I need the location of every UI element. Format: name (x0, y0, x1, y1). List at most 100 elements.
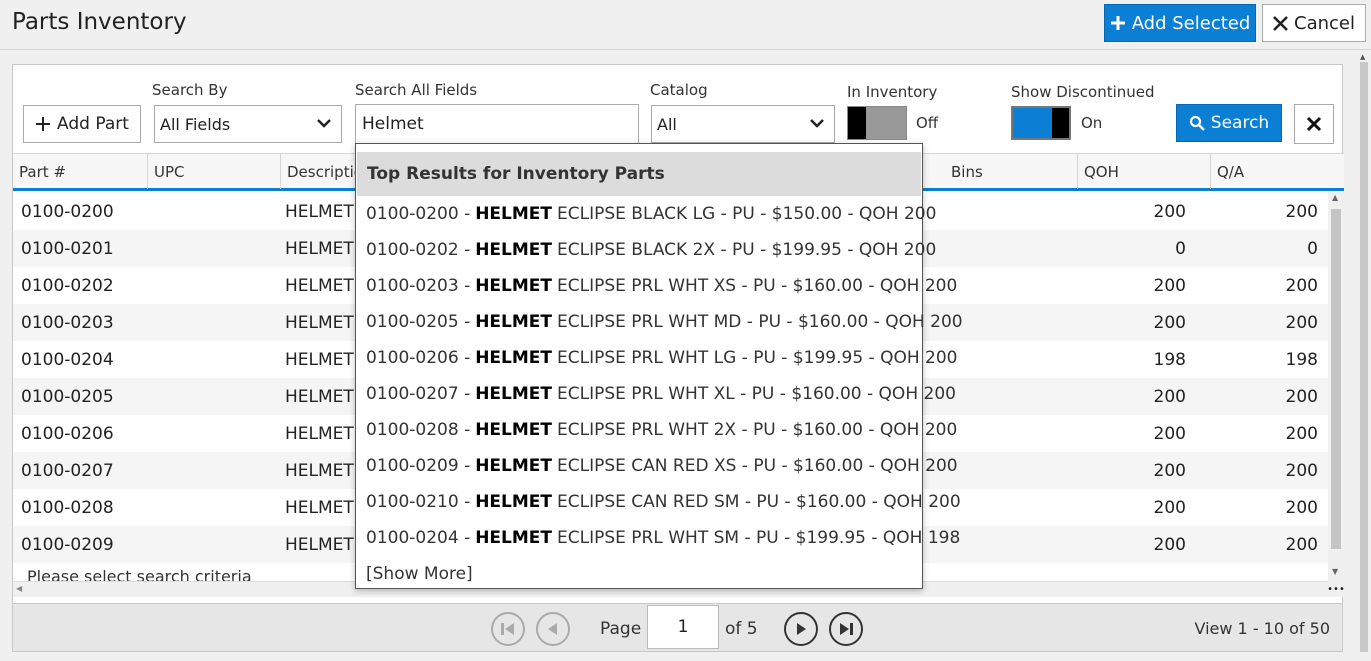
cell-qa: 200 (1285, 460, 1318, 481)
scroll-down-icon[interactable]: ▼ (1332, 567, 1338, 576)
prev-page-button[interactable] (536, 612, 570, 646)
prev-page-icon (548, 623, 557, 635)
scroll-left-icon[interactable]: ◀ (16, 584, 22, 593)
scroll-up-icon[interactable]: ▲ (1360, 53, 1365, 61)
in-inventory-toggle[interactable] (847, 106, 907, 140)
dropdown-item[interactable]: 0100-0205 - HELMET ECLIPSE PRL WHT MD - PU… (356, 304, 963, 340)
add-selected-label: Add Selected (1131, 12, 1251, 34)
page-number-input[interactable]: 1 (647, 605, 719, 649)
scroll-up-icon[interactable]: ▲ (1332, 193, 1338, 202)
cell-part: 0100-0204 (21, 349, 114, 370)
search-by-select[interactable]: All Fields (154, 105, 342, 143)
page-scrollbar[interactable]: ▲ (1357, 52, 1371, 661)
item-part: 0100-0205 - (366, 312, 471, 332)
item-keyword: HELMET (475, 348, 553, 368)
add-part-button[interactable]: Add Part (23, 105, 141, 143)
cell-qoh: 200 (1153, 460, 1186, 481)
item-keyword: HELMET (475, 312, 553, 332)
item-part: 0100-0209 - (366, 456, 471, 476)
dropdown-item[interactable]: 0100-0200 - HELMET ECLIPSE BLACK LG - PU -… (356, 196, 936, 232)
next-page-button[interactable] (784, 612, 818, 646)
column-header-bins[interactable]: Bins (945, 154, 1078, 189)
first-page-button[interactable] (491, 612, 525, 646)
page-label: Page (600, 619, 642, 639)
cell-qoh: 200 (1153, 312, 1186, 333)
dropdown-item[interactable]: 0100-0207 - HELMET ECLIPSE PRL WHT XL - PU… (356, 376, 956, 412)
cell-qoh: 200 (1153, 386, 1186, 407)
page-scroll-thumb[interactable] (1360, 62, 1368, 652)
item-keyword: HELMET (475, 456, 553, 476)
column-header-qa[interactable]: Q/A (1211, 154, 1344, 189)
item-keyword: HELMET (475, 420, 553, 440)
show-discontinued-toggle[interactable] (1011, 106, 1071, 140)
item-detail: ECLIPSE PRL WHT 2X - PU - $160.00 - QOH … (557, 420, 958, 440)
toggle-knob (848, 107, 866, 139)
page-title: Parts Inventory (12, 9, 187, 35)
item-detail: ECLIPSE BLACK LG - PU - $150.00 - QOH 20… (557, 204, 937, 224)
item-detail: ECLIPSE PRL WHT MD - PU - $160.00 - QOH … (557, 312, 963, 332)
column-options-icon[interactable]: ••• (1327, 581, 1345, 597)
item-detail: ECLIPSE PRL WHT XS - PU - $160.00 - QOH … (557, 276, 958, 296)
cell-qoh: 200 (1153, 497, 1186, 518)
cell-qa: 200 (1285, 386, 1318, 407)
item-keyword: HELMET (475, 204, 553, 224)
item-part: 0100-0203 - (366, 276, 471, 296)
chevron-down-icon (810, 119, 824, 128)
cell-qoh: 198 (1153, 349, 1186, 370)
column-header-part[interactable]: Part # (13, 154, 148, 189)
in-inventory-label: In Inventory (847, 83, 938, 101)
search-all-label: Search All Fields (355, 81, 478, 99)
cell-part: 0100-0207 (21, 460, 114, 481)
view-count: View 1 - 10 of 50 (1194, 619, 1331, 638)
dropdown-item[interactable]: 0100-0206 - HELMET ECLIPSE PRL WHT LG - PU… (356, 340, 957, 376)
item-keyword: HELMET (475, 528, 553, 548)
search-button[interactable]: Search (1176, 104, 1282, 142)
cell-part: 0100-0205 (21, 386, 114, 407)
cell-qoh: 200 (1153, 534, 1186, 555)
grid-vertical-scrollbar[interactable]: ▲ ▼ (1328, 191, 1344, 581)
grid-scroll-thumb[interactable] (1331, 209, 1341, 549)
cell-part: 0100-0208 (21, 497, 114, 518)
item-keyword: HELMET (475, 384, 553, 404)
catalog-select[interactable]: All (651, 105, 835, 143)
cell-qa: 0 (1307, 238, 1318, 259)
dropdown-item[interactable]: 0100-0208 - HELMET ECLIPSE PRL WHT 2X - PU… (356, 412, 957, 448)
cell-part: 0100-0203 (21, 312, 114, 333)
cancel-button[interactable]: Cancel (1262, 4, 1366, 42)
pager: Page 1 of 5 View 1 - 10 of 50 (12, 604, 1343, 652)
search-all-input[interactable]: Helmet (355, 104, 639, 144)
dropdown-item[interactable]: 0100-0202 - HELMET ECLIPSE BLACK 2X - PU -… (356, 232, 936, 268)
page-number-value: 1 (677, 617, 689, 637)
show-discontinued-label: Show Discontinued (1011, 83, 1155, 101)
cell-qa: 200 (1285, 497, 1318, 518)
cell-qa: 200 (1285, 534, 1318, 555)
first-page-icon (501, 623, 514, 635)
search-by-value: All Fields (160, 114, 231, 134)
item-part: 0100-0202 - (366, 240, 471, 260)
plus-icon (36, 117, 51, 131)
cell-qoh: 0 (1175, 238, 1186, 259)
item-detail: ECLIPSE PRL WHT SM - PU - $199.95 - QOH … (557, 528, 961, 548)
item-part: 0100-0200 - (366, 204, 471, 224)
item-detail: ECLIPSE CAN RED SM - PU - $160.00 - QOH … (557, 492, 961, 512)
dropdown-item[interactable]: 0100-0203 - HELMET ECLIPSE PRL WHT XS - PU… (356, 268, 957, 304)
cell-part: 0100-0200 (21, 201, 114, 222)
add-part-label: Add Part (57, 114, 129, 134)
last-page-button[interactable] (829, 612, 863, 646)
clear-search-button[interactable] (1294, 104, 1334, 144)
search-icon (1189, 115, 1205, 131)
item-part: 0100-0204 - (366, 528, 471, 548)
show-more-link[interactable]: [Show More] (356, 556, 922, 592)
item-part: 0100-0207 - (366, 384, 471, 404)
dropdown-item[interactable]: 0100-0210 - HELMET ECLIPSE CAN RED SM - PU… (356, 484, 961, 520)
last-page-icon (840, 623, 853, 635)
column-header-upc[interactable]: UPC (148, 154, 281, 189)
dropdown-item[interactable]: 0100-0209 - HELMET ECLIPSE CAN RED XS - PU… (356, 448, 958, 484)
add-selected-button[interactable]: Add Selected (1104, 4, 1256, 42)
chevron-down-icon (317, 119, 331, 128)
close-icon (1306, 116, 1322, 132)
cell-part: 0100-0206 (21, 423, 114, 444)
item-part: 0100-0206 - (366, 348, 471, 368)
dropdown-item[interactable]: 0100-0204 - HELMET ECLIPSE PRL WHT SM - PU… (356, 520, 960, 556)
column-header-qoh[interactable]: QOH (1078, 154, 1211, 189)
